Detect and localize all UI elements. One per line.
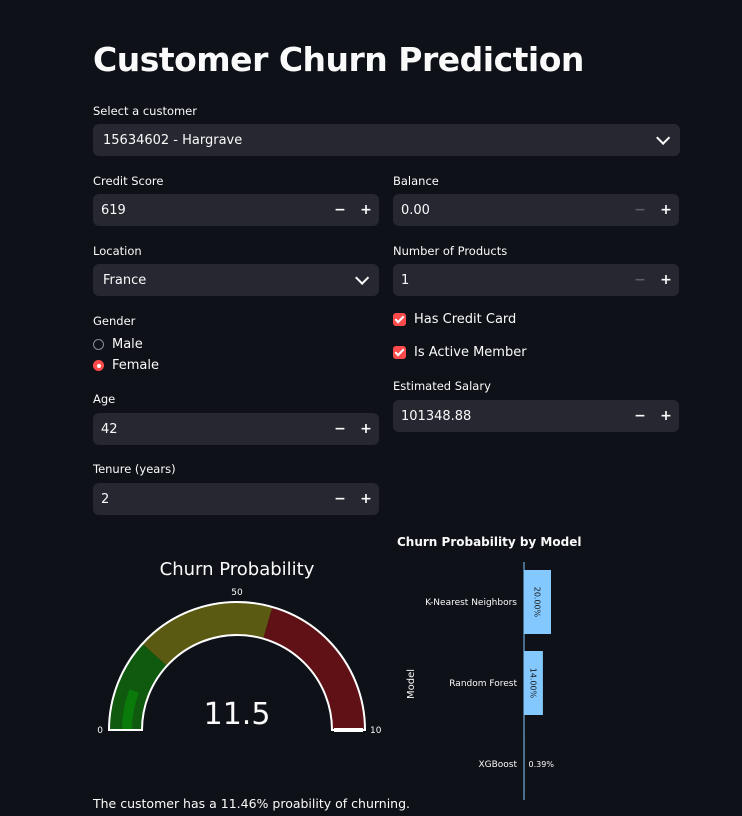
location-select[interactable]: France (93, 264, 379, 296)
chart-category-label: Random Forest (449, 679, 517, 689)
customer-select[interactable]: 15634602 - Hargrave (93, 124, 680, 156)
chart-bar (524, 732, 525, 796)
balance-decrement-button[interactable]: − (627, 194, 653, 226)
num-products-decrement-button[interactable]: − (627, 264, 653, 296)
balance-input[interactable]: 0.00 − + (393, 194, 679, 226)
chart-category-label: XGBoost (478, 760, 517, 770)
age-value: 42 (101, 421, 118, 437)
tenure-label: Tenure (years) (93, 462, 176, 476)
age-decrement-button[interactable]: − (327, 413, 353, 445)
gender-label: Gender (93, 314, 136, 328)
credit-score-value: 619 (101, 202, 126, 218)
credit-score-input[interactable]: 619 − + (93, 194, 379, 226)
gender-option-label: Male (112, 337, 143, 352)
gauge-max-label: 10 (370, 726, 382, 736)
has-credit-card-label: Has Credit Card (414, 312, 517, 327)
gender-option-male[interactable]: Male (93, 337, 143, 352)
num-products-increment-button[interactable]: + (653, 264, 679, 296)
chart-data-label: 14.00% (528, 668, 537, 699)
model-probability-chart: Churn Probability by Model Model K-Neare… (397, 535, 581, 800)
num-products-input[interactable]: 1 − + (393, 264, 679, 296)
gauge-min-label: 0 (97, 726, 103, 736)
location-value: France (103, 272, 147, 288)
age-increment-button[interactable]: + (353, 413, 379, 445)
tenure-increment-button[interactable]: + (353, 483, 379, 515)
estimated-salary-input[interactable]: 101348.88 − + (393, 400, 679, 432)
estimated-salary-label: Estimated Salary (393, 379, 491, 393)
estimated-salary-decrement-button[interactable]: − (627, 400, 653, 432)
gauge-band-mid (142, 602, 273, 666)
age-input[interactable]: 42 − + (93, 413, 379, 445)
balance-label: Balance (393, 174, 439, 188)
gauge-mid-label: 50 (231, 588, 243, 598)
tenure-input[interactable]: 2 − + (93, 483, 379, 515)
radio-unchecked-icon (93, 339, 104, 350)
age-label: Age (93, 392, 116, 406)
num-products-value: 1 (401, 272, 410, 288)
radio-checked-icon (93, 360, 104, 371)
chevron-down-icon (355, 270, 370, 285)
is-active-member-label: Is Active Member (414, 345, 527, 360)
credit-score-decrement-button[interactable]: − (327, 194, 353, 226)
has-credit-card-checkbox[interactable]: Has Credit Card (393, 312, 516, 327)
chart-category-label: K-Nearest Neighbors (425, 598, 517, 608)
credit-score-increment-button[interactable]: + (353, 194, 379, 226)
churn-summary-text: The customer has a 11.46% proability of … (93, 796, 411, 811)
page-title: Customer Churn Prediction (93, 40, 584, 79)
chevron-down-icon (656, 130, 671, 145)
chart-data-label: 20.00% (533, 587, 542, 618)
gender-option-label: Female (112, 358, 160, 373)
tenure-value: 2 (101, 491, 110, 507)
churn-gauge: Churn Probability 11.5 0 50 10 (97, 559, 382, 736)
gauge-title: Churn Probability (160, 559, 315, 580)
customer-select-label: Select a customer (93, 104, 197, 118)
estimated-salary-value: 101348.88 (401, 408, 472, 424)
estimated-salary-increment-button[interactable]: + (653, 400, 679, 432)
location-label: Location (93, 244, 142, 258)
checkbox-checked-icon (393, 346, 406, 359)
num-products-label: Number of Products (393, 244, 508, 258)
balance-increment-button[interactable]: + (653, 194, 679, 226)
gauge-value: 11.5 (204, 697, 271, 732)
chart-title: Churn Probability by Model (397, 535, 581, 549)
customer-select-value: 15634602 - Hargrave (103, 132, 243, 148)
balance-value: 0.00 (401, 202, 430, 218)
tenure-decrement-button[interactable]: − (327, 483, 353, 515)
checkbox-checked-icon (393, 313, 406, 326)
gender-option-female[interactable]: Female (93, 358, 159, 373)
is-active-member-checkbox[interactable]: Is Active Member (393, 345, 527, 360)
credit-score-label: Credit Score (93, 174, 164, 188)
chart-data-label: 0.39% (529, 760, 555, 769)
chart-y-axis-label: Model (406, 669, 417, 699)
